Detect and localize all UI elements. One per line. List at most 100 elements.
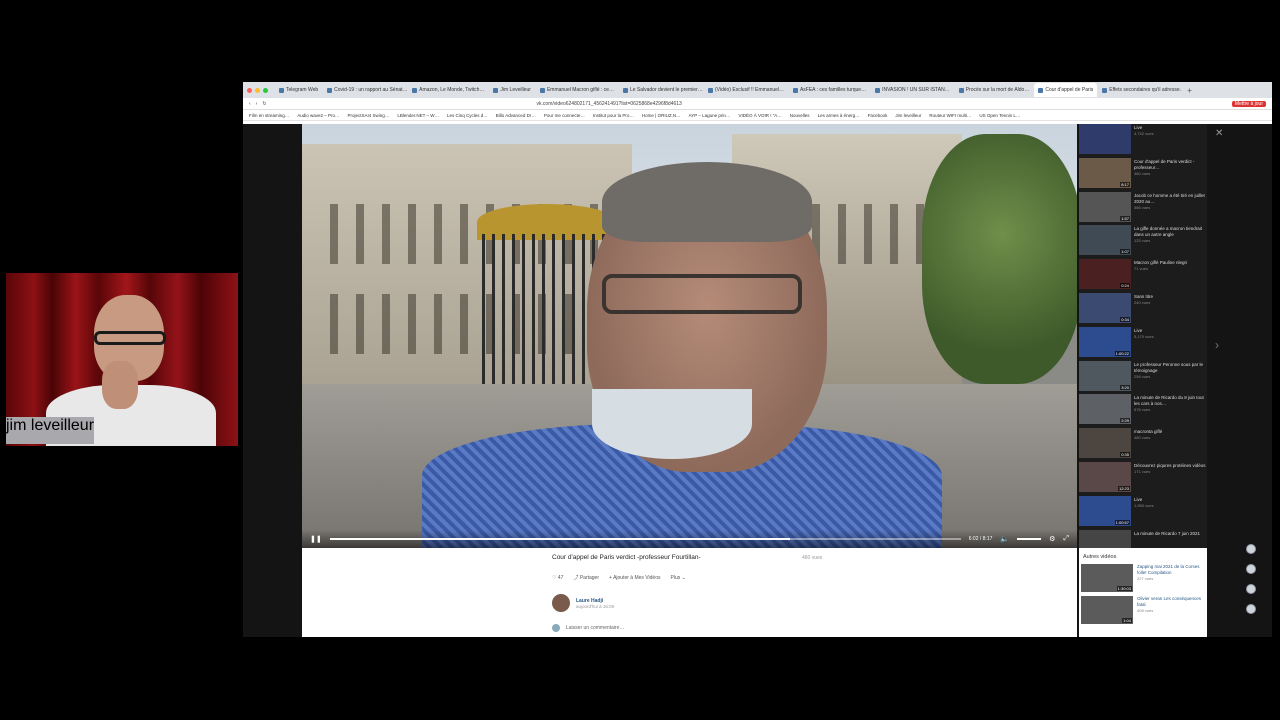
bookmark-item[interactable]: Nouvelles [790,113,810,118]
playlist-thumbnail: 2:29 [1079,394,1131,425]
playlist-thumbnail: 1:07 [1079,225,1131,256]
tab-5[interactable]: Le Salvador devient le premier… [619,83,703,97]
share-button[interactable]: ⤴ Partager [573,574,599,581]
playlist-views: 480 vues [1134,435,1151,441]
update-button[interactable]: Mettre à jour [1231,100,1266,107]
video-player[interactable]: ❚❚ 6:02 / 8:17 🔈 ⚙ ⤢ [302,124,1077,548]
tab-label: Procès sur la mort de Aldo… [965,87,1030,93]
more-button[interactable]: Plus ⌄ [671,575,686,581]
comment-avatar [552,624,560,632]
tab-4[interactable]: Emmanuel Macron giflé : ce… [536,83,618,97]
tab-11[interactable]: Effets secondaires qu'il adresse… [1098,83,1182,97]
tab-bar: Telegram Web Covid-19 : un rapport au Sén… [243,82,1272,98]
reload-icon[interactable]: ↻ [262,101,266,107]
bookmark-item[interactable]: Institut pour la Pro… [593,113,634,118]
playlist-item[interactable]: 3:20 Le professeur Peronne sous par le té… [1079,360,1207,394]
fullscreen-icon[interactable]: ⤢ [1063,535,1069,543]
other-video-item[interactable]: 1:30:03 Zapping mai 2021 de la Corses fol… [1079,564,1207,596]
playlist-item[interactable]: 1:00:57 Live 1,950 vues [1079,495,1207,529]
bookmark-item[interactable]: Pour me connecte… [544,113,585,118]
tab-label: Telegram Web [286,87,319,93]
comment-field[interactable]: Laisser un commentaire… [552,624,624,632]
playlist-text: Cour d'appel de Paris verdict -professeu… [1134,158,1207,191]
other-video-duration: 1:30:03 [1116,586,1132,591]
progress-bar[interactable] [329,538,961,540]
playlist-title: Jacob ce homme a été tiré en juillet 202… [1134,192,1205,204]
chat-avatar-icon[interactable] [1246,544,1256,554]
volume-icon[interactable]: 🔈 [1000,535,1009,543]
favicon-icon [875,87,881,93]
chevron-right-icon[interactable]: › [1215,338,1219,352]
other-video-views: 408 vues [1137,608,1154,613]
playlist-thumbnail: 1:00:22 [1079,326,1131,357]
bookmark-item[interactable]: VIDÉO À VOIR ! "A… [738,113,781,118]
minimize-window-button[interactable] [255,87,260,93]
bookmark-item[interactable]: Jim leveilleur [895,113,921,118]
bookmark-item[interactable]: US Open Tennis L… [979,113,1020,118]
bookmark-item[interactable]: Film en streaming… [249,113,289,118]
playlist-item[interactable]: 0:35 macronta giflé 480 vues [1079,428,1207,461]
tab-8[interactable]: INVASION ! UN SUR ISTAN… [871,83,954,97]
playlist-item[interactable]: 0:24 Macron giflé Pauline nlegri 71 vues [1079,259,1207,292]
add-button[interactable]: + Ajouter à Mes Vidéos [609,575,660,581]
close-icon[interactable]: ✕ [1215,128,1223,139]
tab-7[interactable]: AsFEA : ces familles turque… [789,83,870,97]
tab-1[interactable]: Covid-19 : un rapport au Sénat… [323,83,407,97]
chat-avatar-icon[interactable] [1246,564,1256,574]
more-label: Plus [670,574,681,581]
forward-icon[interactable]: › [256,101,258,107]
bookmark-item[interactable]: AYP – Lagune prin… [689,113,731,118]
bookmark-item[interactable]: ProjectSAI4 Swing… [348,113,390,118]
playlist-item[interactable]: 1:07 La gifle donnée a macron tiendrait d… [1079,225,1207,258]
playlist-duration: 3:20 [1120,384,1130,390]
favicon-icon [707,87,713,93]
playlist-views: 4,742 vues [1134,131,1154,136]
avatar[interactable] [552,594,570,612]
playlist-text: La gifle donnée a macron tiendrait dans … [1134,225,1207,258]
playlist-title: La gifle donnée a macron tiendrait dans … [1134,226,1203,238]
tab-2[interactable]: Amazon, Le Monde, Twitch… [408,83,488,97]
bookmark-item[interactable]: Les Cinq Cycles d… [447,113,488,118]
volume-slider[interactable] [1017,538,1042,540]
video-actions: ♡ 47 ⤴ Partager + Ajouter à Mes Vidéos P… [552,574,686,582]
back-icon[interactable]: ‹ [249,101,251,107]
bookmark-item[interactable]: Facebook [868,113,888,118]
playlist-views: 125 vues [1134,238,1151,244]
tab-3[interactable]: Jim Leveilleur [489,83,535,97]
playlist-item[interactable]: 2:29 La minute de Ricardo du 8 juin tout … [1079,394,1207,427]
new-tab-icon[interactable]: + [1187,86,1192,95]
close-window-button[interactable] [247,87,252,93]
pause-icon[interactable]: ❚❚ [310,535,322,543]
tab-9[interactable]: Procès sur la mort de Aldo… [955,83,1034,97]
maximize-window-button[interactable] [263,87,268,93]
video-subject-glasses [602,274,802,314]
tab-10[interactable]: Cour d'appel de Paris [1034,83,1098,97]
other-video-item[interactable]: 1:04 Olivier veran Les conséquences fatal… [1079,596,1207,628]
other-video-title: Zapping mai 2021 de la Corses folle! Com… [1137,564,1200,575]
playlist-item[interactable]: 0:34 Sans titre 240 vues [1079,293,1207,326]
bookmark-item[interactable]: Les armes à énerg… [818,113,860,118]
like-button[interactable]: ♡ 47 [552,575,563,581]
other-videos-heading: Autres vidéos [1083,554,1117,560]
playlist-item[interactable]: 12:23 Découvrez piqures protéines vidéos 1… [1079,462,1207,495]
playlist-item[interactable]: 1:57 Jacob ce homme a été tiré en juillet… [1079,191,1207,225]
bookmark-item[interactable]: Billo Advanced Dr… [496,113,536,118]
tab-label: Cour d'appel de Paris [1045,87,1094,93]
chat-avatar-icon[interactable] [1246,604,1256,614]
tab-0[interactable]: Telegram Web [275,83,322,97]
bookmark-item[interactable]: Routeur WIFI multi… [929,113,971,118]
settings-icon[interactable]: ⚙ [1049,535,1055,543]
playlist-item[interactable]: 8:17 Cour d'appel de Paris verdict -profe… [1079,157,1207,191]
tab-label: Amazon, Le Monde, Twitch… [419,87,485,93]
tab-6[interactable]: (Vidéo) Exclusif !! Emmanuel… [704,83,788,97]
playlist-item[interactable]: 1:00:22 Live 5,170 vues [1079,326,1207,360]
bookmark-item[interactable]: Audio wave2 – Pro… [297,113,339,118]
chat-avatar-icon[interactable] [1246,584,1256,594]
other-video-thumbnail: 1:30:03 [1081,564,1133,592]
other-videos: Autres vidéos 1:30:03 Zapping mai 2021 de… [1079,548,1207,637]
bookmark-item[interactable]: Home | ORIUZ.N… [642,113,681,118]
url-field[interactable]: vk.com/video624802171_456241491?list=062… [537,101,682,107]
playlist-item[interactable]: Live 4,742 vues [1079,124,1207,157]
favicon-icon [1038,87,1044,93]
bookmark-item[interactable]: LBlender.NET – W… [397,113,439,118]
